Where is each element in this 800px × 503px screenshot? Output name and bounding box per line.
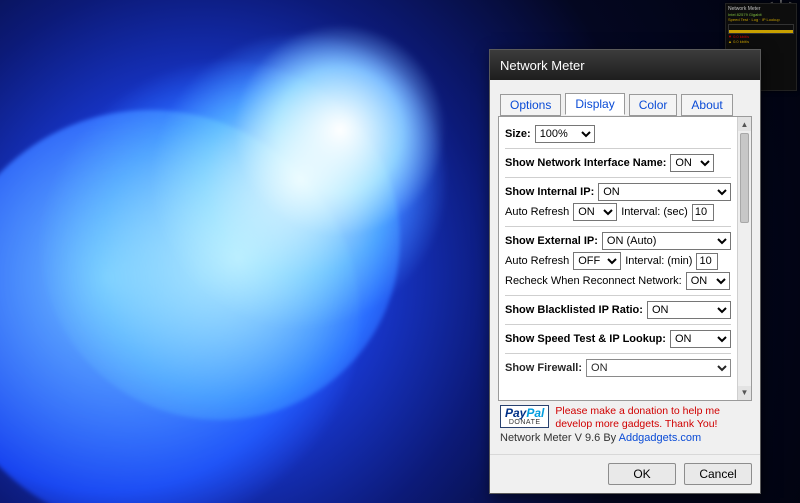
settings-scroll-area: Size: 100% Show Network Interface Name: …	[499, 117, 737, 400]
dialog-title: Network Meter	[500, 58, 585, 73]
internal-interval-input[interactable]	[692, 204, 714, 221]
separator	[505, 226, 731, 227]
external-interval-label: Interval: (min)	[625, 255, 692, 267]
size-select[interactable]: 100%	[535, 125, 595, 143]
scroll-up-icon[interactable]: ▲	[738, 117, 751, 131]
credit-link[interactable]: Addgadgets.com	[619, 432, 702, 444]
internal-autorefresh-select[interactable]: ON	[573, 203, 617, 221]
credit-line: Network Meter V 9.6 By Addgadgets.com	[498, 431, 752, 450]
external-ip-label: Show External IP:	[505, 235, 598, 247]
scroll-thumb[interactable]	[740, 133, 749, 223]
internal-ip-label: Show Internal IP:	[505, 186, 594, 198]
external-interval-input[interactable]	[696, 253, 718, 270]
show-nic-select[interactable]: ON	[670, 154, 714, 172]
tab-options[interactable]: Options	[500, 94, 561, 116]
internal-autorefresh-label: Auto Refresh	[505, 206, 569, 218]
vertical-scrollbar[interactable]: ▲ ▼	[737, 117, 751, 400]
separator	[505, 295, 731, 296]
scroll-down-icon[interactable]: ▼	[738, 386, 751, 400]
size-label: Size:	[505, 128, 531, 140]
tab-color[interactable]: Color	[629, 94, 678, 116]
tab-pane: Size: 100% Show Network Interface Name: …	[498, 116, 752, 401]
donate-row: PayPal DONATE Please make a donation to …	[498, 401, 752, 431]
donate-text: Please make a donation to help me develo…	[555, 405, 750, 431]
external-ip-select[interactable]: ON (Auto)	[602, 232, 731, 250]
wallpaper-shape	[230, 20, 450, 240]
external-autorefresh-select[interactable]: OFF	[573, 252, 621, 270]
dialog-titlebar[interactable]: Network Meter	[490, 50, 760, 80]
speedtest-select[interactable]: ON	[670, 330, 731, 348]
separator	[505, 324, 731, 325]
external-autorefresh-label: Auto Refresh	[505, 255, 569, 267]
separator	[505, 353, 731, 354]
recheck-label: Recheck When Reconnect Network:	[505, 275, 682, 287]
blacklist-select[interactable]: ON	[647, 301, 731, 319]
cancel-button[interactable]: Cancel	[684, 463, 752, 485]
tab-about[interactable]: About	[681, 94, 732, 116]
dialog-button-row: OK Cancel	[490, 454, 760, 493]
settings-dialog: Network Meter Options Display Color Abou…	[489, 49, 761, 494]
firewall-label: Show Firewall:	[505, 362, 582, 374]
separator	[505, 177, 731, 178]
blacklist-label: Show Blacklisted IP Ratio:	[505, 304, 643, 316]
paypal-donate-button[interactable]: PayPal DONATE	[500, 405, 549, 428]
recheck-select[interactable]: ON	[686, 272, 730, 290]
desktop-wallpaper: ◄ ┃ ► Network Meter Intel 82579 Gigabit …	[0, 0, 800, 503]
show-nic-label: Show Network Interface Name:	[505, 157, 666, 169]
internal-interval-label: Interval: (sec)	[621, 206, 688, 218]
gadget-graph	[728, 24, 794, 34]
tab-display[interactable]: Display	[565, 93, 624, 115]
speedtest-label: Show Speed Test & IP Lookup:	[505, 333, 666, 345]
scroll-track[interactable]	[738, 131, 751, 386]
separator	[505, 148, 731, 149]
firewall-select[interactable]: ON	[586, 359, 731, 377]
ok-button[interactable]: OK	[608, 463, 676, 485]
internal-ip-select[interactable]: ON	[598, 183, 731, 201]
tab-strip: Options Display Color About	[500, 92, 750, 114]
